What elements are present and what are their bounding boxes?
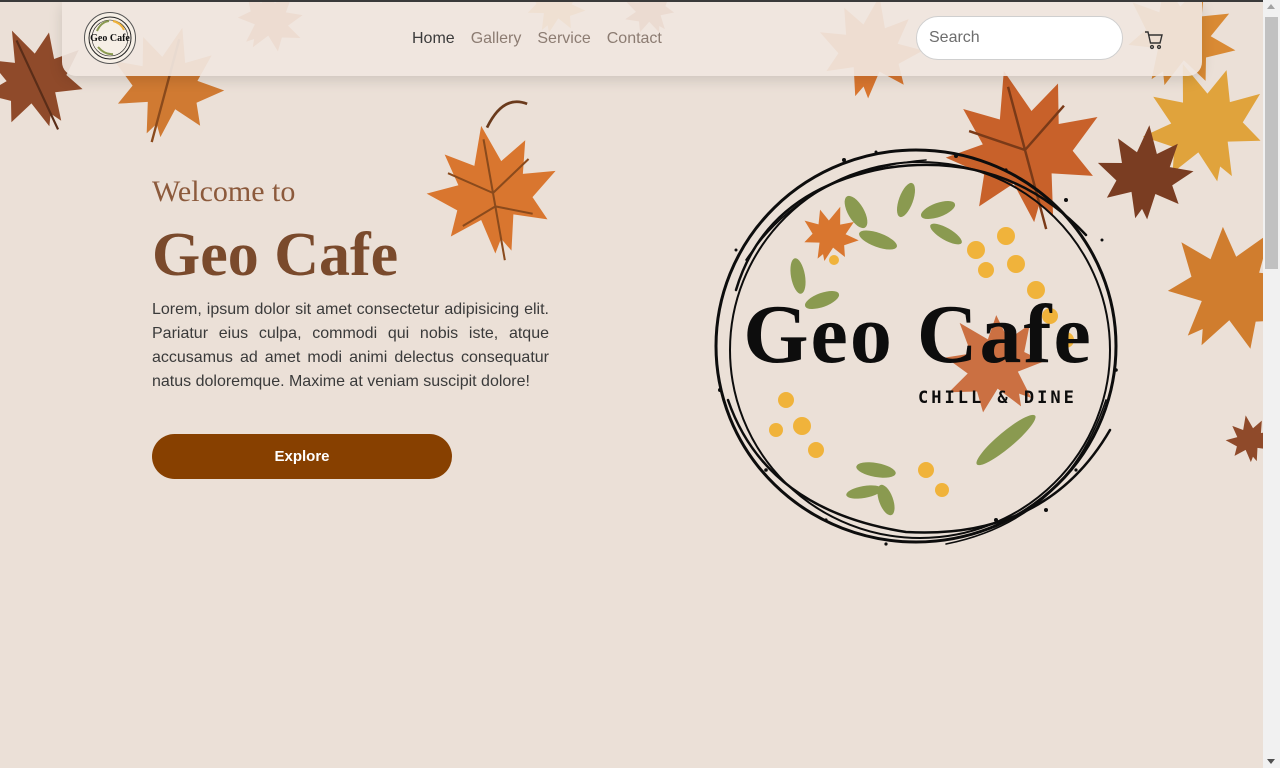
nav-links: Home Gallery Service Contact <box>412 29 662 49</box>
hero-description: Lorem, ipsum dolor sit amet consectetur … <box>152 301 549 390</box>
page: Geo Cafe Home Gallery Service Contact We… <box>0 0 1263 768</box>
nav-logo[interactable]: Geo Cafe <box>84 12 136 64</box>
cart-icon[interactable] <box>1144 30 1164 50</box>
hero-logo-title: Geo Cafe <box>743 288 1093 381</box>
scroll-up-arrow-icon[interactable] <box>1267 4 1275 9</box>
navbar: Geo Cafe Home Gallery Service Contact <box>62 2 1202 76</box>
maple-leaf-icon <box>406 100 580 280</box>
nav-service-link[interactable]: Service <box>537 29 590 49</box>
hero-logo-tagline: CHILL & DINE <box>918 388 1077 408</box>
hero-title: Geo Cafe <box>152 221 399 289</box>
scroll-thumb[interactable] <box>1265 17 1278 269</box>
hero-logo: Geo Cafe CHILL & DINE <box>706 140 1130 560</box>
nav-gallery-link[interactable]: Gallery <box>471 29 522 49</box>
explore-button[interactable]: Explore <box>152 434 452 479</box>
maple-leaf-icon <box>1218 396 1263 483</box>
nav-home-link[interactable]: Home <box>412 29 455 49</box>
scroll-down-arrow-icon[interactable] <box>1267 759 1275 764</box>
nav-contact-link[interactable]: Contact <box>607 29 662 49</box>
nav-logo-text: Geo Cafe <box>90 33 130 44</box>
window-top-edge <box>0 0 1263 2</box>
page-scrollbar[interactable] <box>1263 0 1280 768</box>
search-input[interactable] <box>916 16 1123 60</box>
hero-welcome: Welcome to <box>152 175 296 208</box>
